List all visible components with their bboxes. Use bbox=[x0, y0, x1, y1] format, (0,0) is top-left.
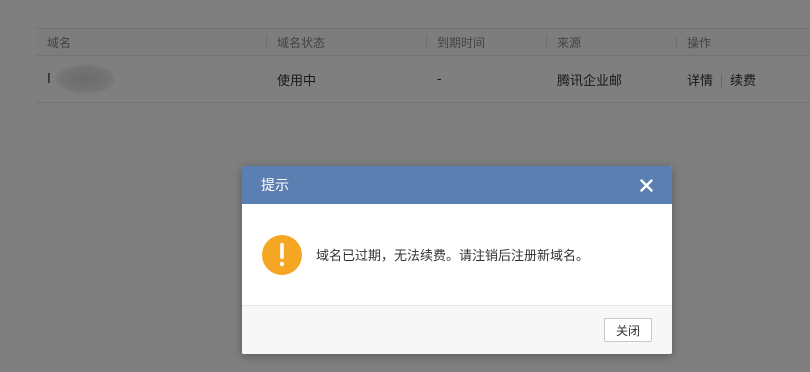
dialog-message: 域名已过期，无法续费。请注销后注册新域名。 bbox=[316, 249, 590, 264]
alert-dialog: 提示 域名已过期，无法续费。请注销后注册新域名。 关闭 bbox=[242, 166, 672, 354]
close-button[interactable]: 关闭 bbox=[603, 318, 652, 342]
close-icon[interactable] bbox=[638, 177, 654, 193]
dialog-title: 提示 bbox=[261, 178, 289, 194]
dialog-body: 域名已过期，无法续费。请注销后注册新域名。 bbox=[242, 204, 672, 305]
warning-icon bbox=[262, 234, 302, 275]
dialog-header: 提示 bbox=[242, 166, 672, 204]
dialog-footer: 关闭 bbox=[242, 305, 672, 354]
